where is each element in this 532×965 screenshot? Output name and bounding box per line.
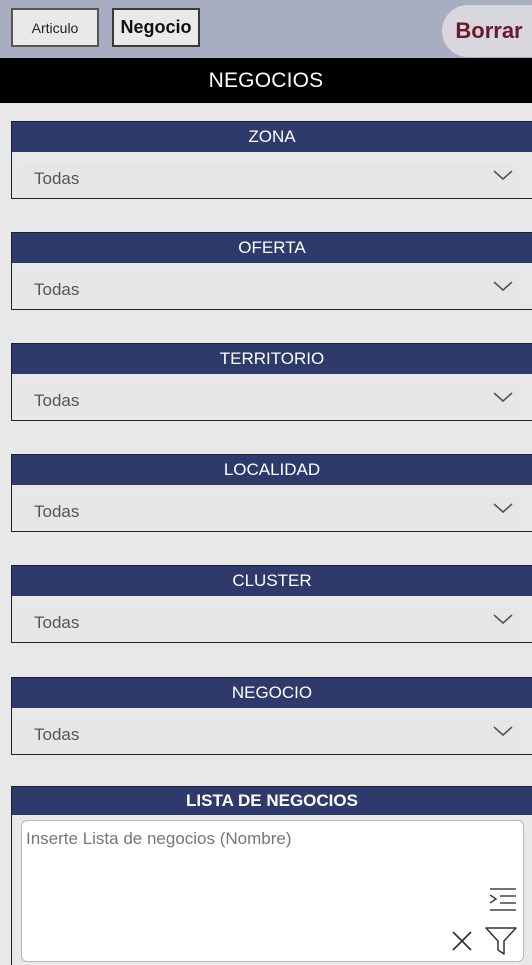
negocio-dropdown[interactable]: Todas: [18, 720, 518, 750]
filter-label: NEGOCIO: [12, 678, 532, 708]
chevron-down-icon: [493, 726, 513, 737]
dropdown-value: Todas: [34, 725, 80, 744]
chevron-down-icon: [493, 614, 513, 625]
borrar-button[interactable]: Borrar: [442, 5, 532, 57]
dropdown-value: Todas: [34, 169, 80, 188]
filter-label: ZONA: [12, 122, 532, 152]
filter-zona: ZONA Todas: [11, 121, 532, 199]
tab-articulo[interactable]: Articulo: [11, 8, 99, 47]
filter-label: LOCALIDAD: [12, 455, 532, 485]
filter-label: TERRITORIO: [12, 344, 532, 374]
territorio-dropdown[interactable]: Todas: [18, 386, 518, 416]
chevron-down-icon: [493, 281, 513, 292]
filter-cluster: CLUSTER Todas: [11, 565, 532, 643]
oferta-dropdown[interactable]: Todas: [18, 275, 518, 305]
dropdown-value: Todas: [34, 502, 80, 521]
lista-negocios-panel: LISTA DE NEGOCIOS: [11, 786, 532, 965]
lista-input-container: [21, 820, 524, 962]
top-bar: Articulo Negocio Borrar: [0, 0, 532, 58]
lista-label: LISTA DE NEGOCIOS: [12, 787, 532, 815]
filter-negocio: NEGOCIO Todas: [11, 677, 532, 755]
chevron-down-icon: [493, 170, 513, 181]
filter-territorio: TERRITORIO Todas: [11, 343, 532, 421]
localidad-dropdown[interactable]: Todas: [18, 497, 518, 527]
dropdown-value: Todas: [34, 280, 80, 299]
zona-dropdown[interactable]: Todas: [18, 164, 518, 194]
dropdown-value: Todas: [34, 613, 80, 632]
cluster-dropdown[interactable]: Todas: [18, 608, 518, 638]
indent-list-icon[interactable]: [488, 887, 518, 913]
filter-localidad: LOCALIDAD Todas: [11, 454, 532, 532]
close-icon[interactable]: [450, 929, 474, 953]
filter-oferta: OFERTA Todas: [11, 232, 532, 310]
page-title: NEGOCIOS: [0, 58, 532, 103]
lista-negocios-input[interactable]: [22, 821, 523, 961]
tab-negocio[interactable]: Negocio: [112, 8, 200, 47]
filter-label: CLUSTER: [12, 566, 532, 596]
chevron-down-icon: [493, 503, 513, 514]
filter-icon[interactable]: [484, 925, 518, 957]
chevron-down-icon: [493, 392, 513, 403]
filter-label: OFERTA: [12, 233, 532, 263]
dropdown-value: Todas: [34, 391, 80, 410]
